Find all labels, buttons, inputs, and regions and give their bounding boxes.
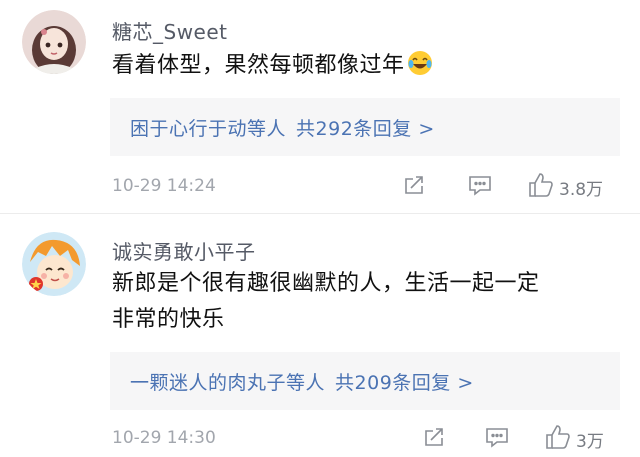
comment-text-line-1: 新郎是个很有趣很幽默的人，生活一起一定 [112, 271, 540, 296]
comment-username[interactable]: 诚实勇敢小平子 [112, 236, 256, 265]
timestamp: 10-29 14:30 [112, 428, 216, 448]
avatar[interactable] [22, 10, 86, 74]
comment-text: 新郎是个很有趣很幽默的人，生活一起一定 非常的快乐 [112, 266, 540, 338]
share-icon [422, 425, 446, 453]
timestamp: 10-29 14:24 [112, 176, 216, 196]
like-button[interactable]: 3万 [544, 423, 604, 455]
like-icon [527, 171, 555, 203]
reply-summary[interactable]: 困于心行于动等人 共292条回复 > [110, 98, 620, 156]
divider [0, 213, 640, 214]
comment-text-line-2: 非常的快乐 [112, 307, 225, 332]
comment-text: 看着体型，果然每顿都像过年 [112, 48, 433, 84]
laughing-crying-emoji-icon [407, 50, 433, 76]
reply-button[interactable] [467, 173, 493, 201]
comment-icon [484, 425, 510, 453]
share-button[interactable] [422, 425, 446, 453]
reply-users[interactable]: 一颗迷人的肉丸子等人 [130, 368, 325, 395]
reply-count-link[interactable]: 共292条回复 > [296, 114, 435, 141]
share-icon [402, 173, 426, 201]
reply-button[interactable] [484, 425, 510, 453]
like-button[interactable]: 3.8万 [527, 171, 603, 203]
reply-summary[interactable]: 一颗迷人的肉丸子等人 共209条回复 > [110, 352, 620, 410]
comment-icon [467, 173, 493, 201]
share-button[interactable] [402, 173, 426, 201]
like-count: 3万 [576, 431, 604, 452]
reply-users[interactable]: 困于心行于动等人 [130, 114, 286, 141]
comment-text-content: 看着体型，果然每顿都像过年 [112, 53, 405, 78]
avatar[interactable] [22, 232, 86, 296]
reply-count-link[interactable]: 共209条回复 > [335, 368, 474, 395]
comment-username[interactable]: 糖芯_Sweet [112, 16, 228, 45]
like-count: 3.8万 [559, 179, 604, 200]
like-icon [544, 423, 572, 455]
